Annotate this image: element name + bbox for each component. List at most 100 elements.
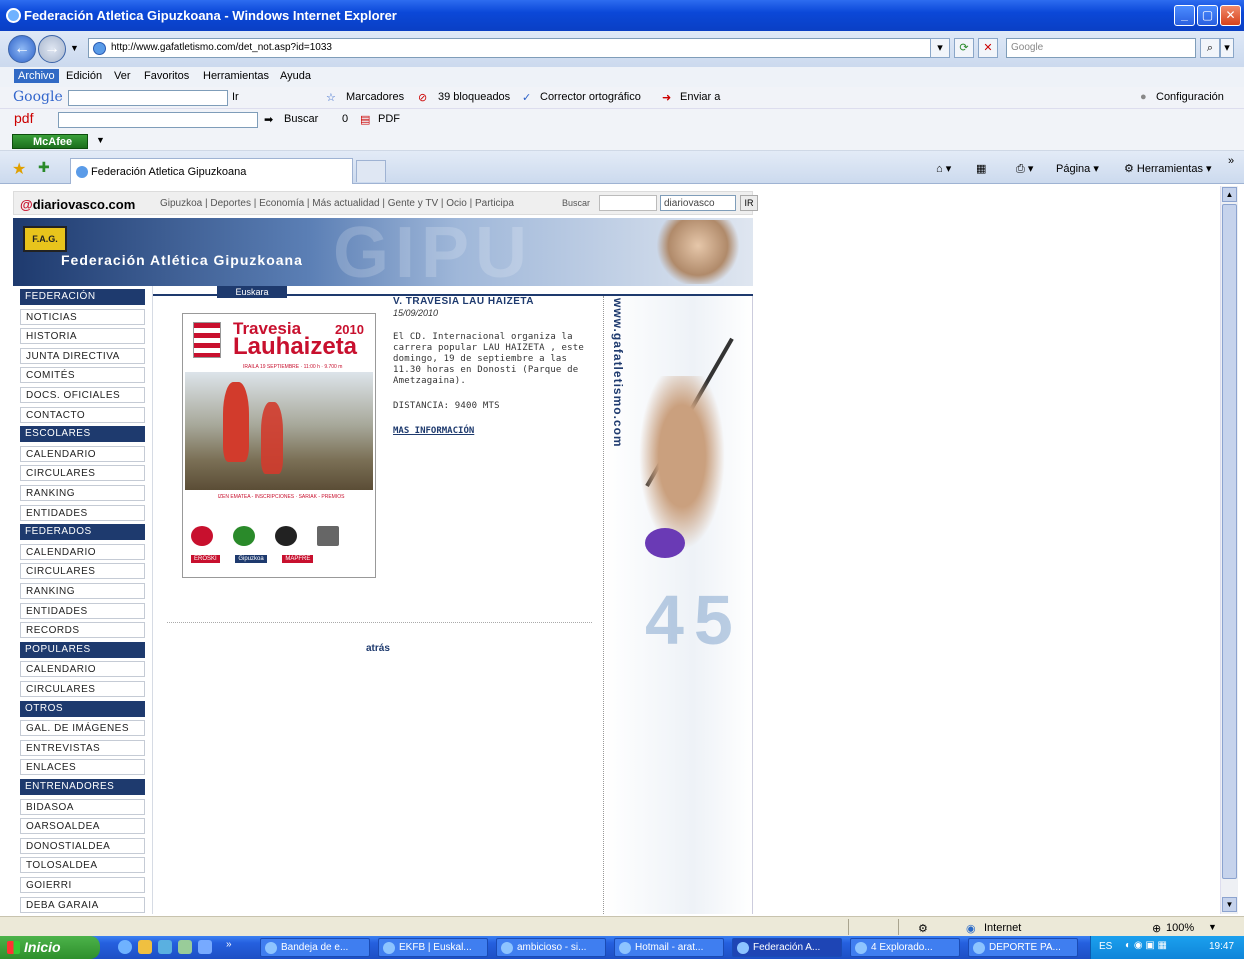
address-dropdown-icon[interactable]: ▾	[930, 38, 950, 58]
nav-item[interactable]: ENTIDADES	[20, 504, 145, 521]
pdf-button[interactable]: PDF	[378, 113, 400, 125]
zoom-level[interactable]: 100%	[1166, 922, 1194, 934]
zoom-icon[interactable]: ⊕	[1152, 922, 1161, 935]
quicklaunch-icon[interactable]	[198, 940, 212, 954]
nav-item[interactable]: CALENDARIO	[20, 661, 145, 678]
menu-herramientas[interactable]: Herramientas	[203, 70, 269, 82]
print-icon[interactable]: ⎙ ▾	[1016, 162, 1033, 176]
nav-item[interactable]: RANKING	[20, 583, 145, 599]
taskbar-item[interactable]: 4 Explorado...	[850, 938, 960, 957]
quicklaunch-more-icon[interactable]: »	[226, 939, 232, 950]
google-go-button[interactable]: Ir	[232, 91, 239, 103]
diariovasco-search-input[interactable]	[599, 195, 657, 211]
more-info-link[interactable]: MAS INFORMACIÓN	[393, 426, 474, 436]
settings-button[interactable]: Configuración	[1156, 91, 1224, 103]
nav-item[interactable]: ENTREVISTAS	[20, 739, 145, 756]
close-button[interactable]: ✕	[1220, 5, 1241, 26]
stop-icon[interactable]: ✕	[978, 38, 998, 58]
pdf-search-input[interactable]	[58, 112, 258, 128]
search-options-icon[interactable]: ▾	[1220, 38, 1234, 58]
menu-edicion[interactable]: Edición	[66, 70, 102, 82]
add-favorite-icon[interactable]: ✚	[38, 159, 50, 176]
history-dropdown-icon[interactable]: ▼	[70, 43, 79, 53]
bookmarks-button[interactable]: Marcadores	[346, 91, 404, 103]
scroll-up-icon[interactable]: ▲	[1222, 187, 1237, 202]
vertical-scrollbar[interactable]: ▲ ▼	[1220, 186, 1238, 914]
quicklaunch-icon[interactable]	[178, 940, 192, 954]
pdf-search-button[interactable]: Buscar	[284, 113, 318, 125]
tools-menu[interactable]: ⚙ Herramientas ▾	[1124, 162, 1212, 175]
nav-item[interactable]: RECORDS	[20, 622, 145, 639]
nav-item[interactable]: NOTICIAS	[20, 308, 145, 325]
diariovasco-go-button[interactable]: IR	[740, 195, 758, 211]
menu-ayuda[interactable]: Ayuda	[280, 70, 311, 82]
ie-quicklaunch-icon[interactable]	[118, 940, 132, 954]
nav-item[interactable]: COMITÉS	[20, 367, 145, 384]
taskbar-item[interactable]: Bandeja de e...	[260, 938, 370, 957]
search-input[interactable]: Google	[1006, 38, 1196, 58]
taskbar-item[interactable]: Federación A...	[732, 938, 842, 957]
nav-item[interactable]: RANKING	[20, 485, 145, 501]
nav-item[interactable]: CIRCULARES	[20, 681, 145, 697]
nav-item[interactable]: CONTACTO	[20, 406, 145, 423]
taskbar-item[interactable]: EKFB | Euskal...	[378, 938, 488, 957]
page-menu[interactable]: Página ▾	[1056, 162, 1099, 175]
nav-section-header[interactable]: ENTRENADORES	[20, 779, 145, 795]
home-icon[interactable]: ⌂ ▾	[936, 162, 951, 175]
back-button[interactable]: ←	[8, 35, 36, 63]
quicklaunch-icon[interactable]	[158, 940, 172, 954]
taskbar-item[interactable]: ambicioso - si...	[496, 938, 606, 957]
forward-button[interactable]: →	[38, 35, 66, 63]
menu-ver[interactable]: Ver	[114, 70, 131, 82]
privacy-icon[interactable]: ⚙	[918, 922, 928, 935]
nav-section-header[interactable]: FEDERADOS	[20, 524, 145, 541]
nav-item[interactable]: JUNTA DIRECTIVA	[20, 347, 145, 364]
diariovasco-logo[interactable]: @diariovasco.com	[20, 197, 135, 212]
euskara-link[interactable]: Euskara	[217, 286, 287, 298]
nav-item[interactable]: CALENDARIO	[20, 445, 145, 462]
nav-item[interactable]: GAL. DE IMÁGENES	[20, 720, 145, 737]
nav-item[interactable]: TOLOSALDEA	[20, 857, 145, 874]
nav-section-header[interactable]: OTROS	[20, 700, 145, 717]
tab-active[interactable]: Federación Atletica Gipuzkoana	[70, 158, 353, 184]
search-icon[interactable]: ⌕	[1200, 38, 1220, 58]
zoom-dropdown-icon[interactable]: ▼	[1208, 922, 1217, 932]
popup-blocked-count[interactable]: 39 bloqueados	[438, 91, 510, 103]
menu-favoritos[interactable]: Favoritos	[144, 70, 189, 82]
nav-item[interactable]: CALENDARIO	[20, 543, 145, 560]
address-input[interactable]: http://www.gafatletismo.com/det_not.asp?…	[88, 38, 948, 58]
favorites-star-icon[interactable]: ★	[12, 159, 26, 179]
start-button[interactable]: Inicio	[0, 936, 100, 959]
send-button[interactable]: Enviar a	[680, 91, 720, 103]
nav-item[interactable]: CIRCULARES	[20, 465, 145, 482]
nav-section-header[interactable]: ESCOLARES	[20, 426, 145, 443]
back-link[interactable]: atrás	[366, 643, 390, 654]
mcafee-button[interactable]: McAfee	[12, 134, 88, 149]
nav-item[interactable]: BIDASOA	[20, 798, 145, 815]
nav-item[interactable]: GOIERRI	[20, 877, 145, 893]
nav-item[interactable]: ENTIDADES	[20, 602, 145, 619]
language-indicator[interactable]: ES	[1099, 941, 1112, 952]
menu-archivo[interactable]: Archivo	[14, 69, 59, 83]
google-search-input[interactable]	[68, 90, 228, 106]
taskbar-item[interactable]: Hotmail - arat...	[614, 938, 724, 957]
maximize-button[interactable]: ▢	[1197, 5, 1218, 26]
nav-item[interactable]: DOCS. OFICIALES	[20, 387, 145, 403]
new-tab-button[interactable]	[356, 160, 386, 182]
spellcheck-button[interactable]: Corrector ortográfico	[540, 91, 641, 103]
feeds-icon[interactable]: ▦	[976, 162, 986, 175]
refresh-icon[interactable]: ⟳	[954, 38, 974, 58]
nav-section-header[interactable]: POPULARES	[20, 641, 145, 658]
nav-item[interactable]: HISTORIA	[20, 328, 145, 345]
tray-icons[interactable]: ◐ ◉ ▣ ▦	[1125, 940, 1167, 951]
nav-item[interactable]: DEBA GARAIA	[20, 896, 145, 913]
mcafee-dropdown-icon[interactable]: ▼	[96, 135, 105, 145]
nav-section-header[interactable]: FEDERACIÓN	[20, 289, 145, 305]
diariovasco-links[interactable]: Gipuzkoa | Deportes | Economía | Más act…	[160, 198, 514, 209]
nav-item[interactable]: ENLACES	[20, 759, 145, 776]
scroll-down-icon[interactable]: ▼	[1222, 897, 1237, 912]
nav-item[interactable]: CIRCULARES	[20, 563, 145, 580]
diariovasco-select[interactable]: diariovasco	[660, 195, 736, 211]
taskbar-item[interactable]: DEPORTE PA...	[968, 938, 1078, 957]
chevron-more-icon[interactable]: »	[1228, 155, 1234, 167]
